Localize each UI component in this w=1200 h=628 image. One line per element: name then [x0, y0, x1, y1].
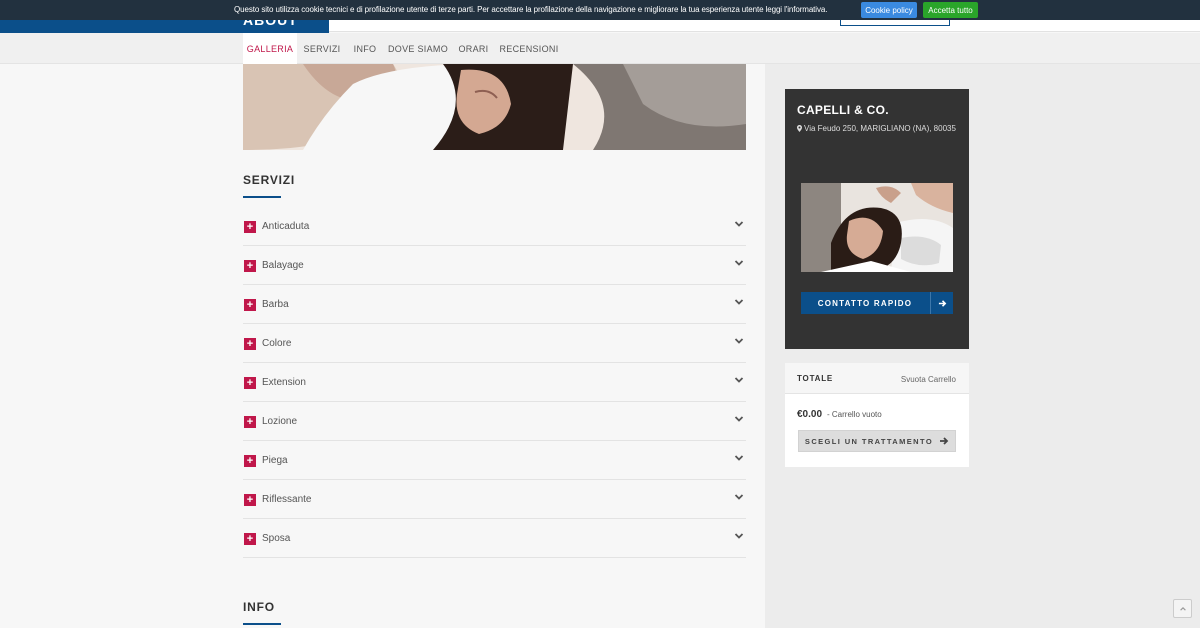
- services-underline: [243, 196, 281, 198]
- chevron-down-icon[interactable]: [734, 453, 744, 463]
- tab-servizi[interactable]: SERVIZI: [300, 33, 344, 64]
- shop-name: CAPELLI & CO.: [797, 103, 889, 117]
- plus-icon: +: [244, 338, 256, 350]
- tab-dove-siamo[interactable]: DOVE SIAMO: [387, 33, 449, 64]
- cookie-policy-button[interactable]: Cookie policy: [861, 2, 917, 18]
- cart-amount: €0.00: [797, 409, 823, 420]
- service-item-colore[interactable]: + Colore: [243, 324, 746, 363]
- service-label: Sposa: [262, 533, 291, 544]
- shop-photo[interactable]: [801, 183, 953, 272]
- plus-icon: +: [244, 299, 256, 311]
- chevron-down-icon[interactable]: [734, 258, 744, 268]
- cookie-message: Questo sito utilizza cookie tecnici e di…: [234, 5, 828, 14]
- scroll-to-top-button[interactable]: [1173, 599, 1192, 618]
- service-label: Extension: [262, 377, 306, 388]
- plus-icon: +: [244, 533, 256, 545]
- service-label: Colore: [262, 338, 292, 349]
- quick-contact-label: CONTATTO RAPIDO: [817, 298, 913, 308]
- arrow-right-icon: [930, 292, 953, 314]
- service-item-lozione[interactable]: + Lozione: [243, 402, 746, 441]
- service-label: Piega: [262, 455, 288, 466]
- tab-info[interactable]: INFO: [349, 33, 381, 64]
- cookie-bar: Questo sito utilizza cookie tecnici e di…: [0, 0, 1200, 20]
- info-title: INFO: [243, 600, 275, 614]
- service-label: Lozione: [262, 416, 298, 427]
- map-pin-icon: [797, 125, 802, 132]
- plus-icon: +: [244, 455, 256, 467]
- service-item-balayage[interactable]: + Balayage: [243, 246, 746, 285]
- brand-logo-area[interactable]: ABOUT: [0, 20, 329, 33]
- chevron-down-icon[interactable]: [734, 297, 744, 307]
- site-header: ABOUT: [0, 20, 1200, 33]
- plus-icon: +: [244, 260, 256, 272]
- brand-logo: ABOUT: [243, 20, 298, 28]
- chevron-down-icon[interactable]: [734, 414, 744, 424]
- shop-card: CAPELLI & CO. Via Feudo 250, MARIGLIANO …: [785, 89, 969, 349]
- service-item-riflessante[interactable]: + Riflessante: [243, 480, 746, 519]
- tab-galleria[interactable]: GALLERIA: [243, 33, 297, 64]
- chevron-down-icon[interactable]: [734, 219, 744, 229]
- plus-icon: +: [244, 416, 256, 428]
- service-item-extension[interactable]: + Extension: [243, 363, 746, 402]
- cart-card: TOTALE Svuota Carrello €0.00 - Carrello …: [785, 363, 969, 467]
- section-tabs: GALLERIA SERVIZI INFO DOVE SIAMO ORARI R…: [0, 33, 1200, 64]
- service-label: Barba: [262, 299, 289, 310]
- choose-treatment-button[interactable]: SCEGLI UN TRATTAMENTO: [798, 430, 956, 452]
- cart-total-label: TOTALE: [797, 374, 834, 383]
- shop-address-text: Via Feudo 250, MARIGLIANO (NA), 80035: [804, 124, 956, 133]
- empty-cart-link[interactable]: Svuota Carrello: [901, 375, 956, 384]
- service-label: Riflessante: [262, 494, 312, 505]
- tab-orari[interactable]: ORARI: [455, 33, 492, 64]
- services-title: SERVIZI: [243, 173, 296, 187]
- service-item-piega[interactable]: + Piega: [243, 441, 746, 480]
- chevron-up-icon: [1179, 606, 1186, 611]
- chevron-down-icon[interactable]: [734, 531, 744, 541]
- shop-address: Via Feudo 250, MARIGLIANO (NA), 80035: [797, 123, 957, 135]
- plus-icon: +: [244, 377, 256, 389]
- cart-status: - Carrello vuoto: [827, 410, 882, 419]
- header-search-box[interactable]: [840, 20, 950, 26]
- tab-recensioni[interactable]: RECENSIONI: [498, 33, 560, 64]
- service-item-sposa[interactable]: + Sposa: [243, 519, 746, 558]
- shop-photo-illustration: [801, 183, 953, 272]
- service-label: Balayage: [262, 260, 304, 271]
- choose-treatment-label: SCEGLI UN TRATTAMENTO: [804, 436, 934, 446]
- chevron-down-icon[interactable]: [734, 375, 744, 385]
- service-label: Anticaduta: [262, 221, 310, 232]
- chevron-down-icon[interactable]: [734, 492, 744, 502]
- gallery-image[interactable]: [243, 64, 746, 150]
- service-item-barba[interactable]: + Barba: [243, 285, 746, 324]
- info-underline: [243, 623, 281, 625]
- plus-icon: +: [244, 494, 256, 506]
- plus-icon: +: [244, 221, 256, 233]
- chevron-down-icon[interactable]: [734, 336, 744, 346]
- service-item-anticaduta[interactable]: + Anticaduta: [243, 207, 746, 246]
- arrow-right-icon: [940, 437, 949, 445]
- accept-all-button[interactable]: Accetta tutto: [923, 2, 978, 18]
- cart-header: TOTALE Svuota Carrello: [785, 363, 969, 394]
- gallery-photo-illustration: [243, 64, 746, 150]
- quick-contact-button[interactable]: CONTATTO RAPIDO: [801, 292, 953, 314]
